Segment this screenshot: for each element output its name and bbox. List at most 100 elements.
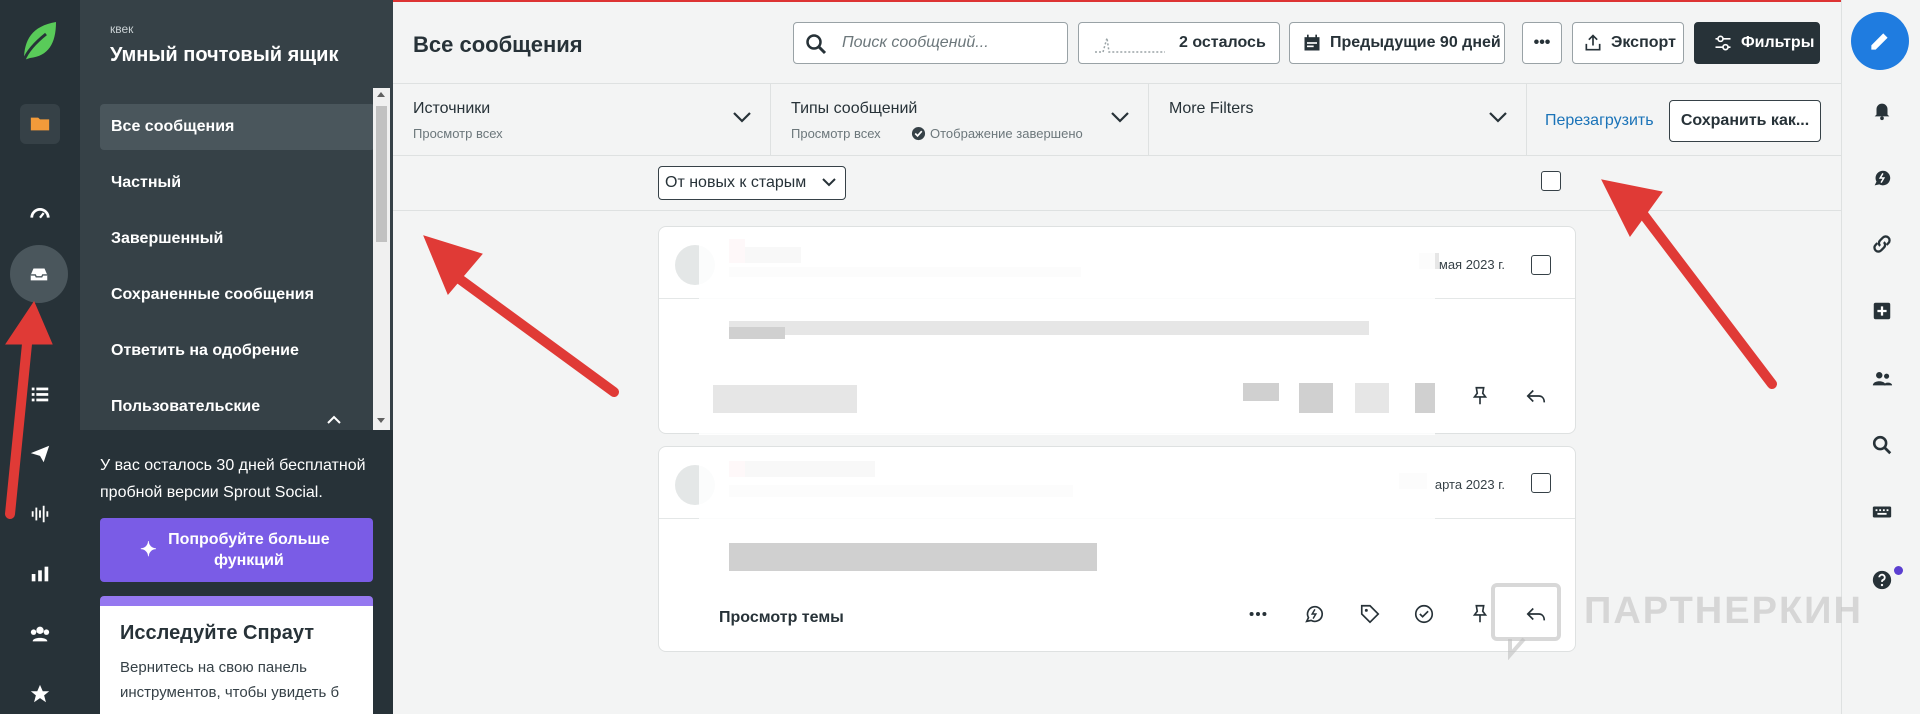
complete-button[interactable]	[1409, 599, 1439, 629]
sidebar-item-private[interactable]: Частный	[100, 160, 375, 206]
check-circle-icon	[1414, 604, 1434, 624]
chevron-down-icon	[822, 178, 836, 187]
trial-panel: У вас осталось 30 дней бесплатной пробно…	[80, 430, 393, 714]
bell-icon[interactable]	[1842, 92, 1920, 128]
filter-bar: Источники Просмотр всех Типы сообщений П…	[393, 84, 1841, 156]
reload-link[interactable]: Перезагрузить	[1545, 112, 1654, 130]
trial-text: У вас осталось 30 дней бесплатной пробно…	[100, 457, 366, 501]
pin-icon	[1472, 386, 1488, 405]
types-title: Типы сообщений	[791, 100, 918, 117]
blurred-content	[1415, 383, 1435, 413]
period-label: Предыдущие 90 дней	[1330, 34, 1501, 51]
list-icon[interactable]	[0, 374, 80, 414]
sources-sub: Просмотр всех	[413, 126, 503, 141]
more-filters-title: More Filters	[1169, 100, 1254, 117]
team-icon[interactable]	[1842, 360, 1920, 396]
explore-card-text: Вернитесь на свою панель инструментов, ч…	[120, 659, 340, 701]
scroll-down-icon[interactable]	[377, 418, 385, 423]
watermark-logo-icon	[1491, 583, 1561, 660]
search-placeholder: Поиск сообщений...	[842, 34, 989, 51]
tag-icon	[1360, 604, 1380, 624]
sidebar-item-saved[interactable]: Сохраненные сообщения	[100, 272, 375, 318]
scroll-up-icon[interactable]	[377, 92, 385, 97]
sources-title: Источники	[413, 100, 491, 117]
blurred-content	[729, 543, 1097, 571]
select-all-checkbox[interactable]	[1541, 171, 1561, 191]
sort-select[interactable]: От новых к старым	[658, 166, 846, 200]
search-icon[interactable]	[1842, 427, 1920, 463]
chevron-up-icon[interactable]	[326, 414, 342, 426]
sidebar-item-reply-approval[interactable]: Ответить на одобрение	[100, 328, 375, 374]
quick-reply-icon[interactable]	[1842, 160, 1920, 196]
blurred-content	[729, 321, 1369, 335]
listening-icon[interactable]	[0, 494, 80, 534]
types-status-label: Отображение завершено	[930, 126, 1083, 141]
quick-reply-button[interactable]	[1299, 599, 1329, 629]
remaining-button[interactable]: 2 осталось	[1078, 22, 1280, 64]
check-circle-icon	[911, 126, 926, 141]
view-thread-link[interactable]: Просмотр темы	[719, 609, 844, 627]
workspace-name: квек	[110, 22, 134, 36]
search-input[interactable]: Поиск сообщений...	[793, 22, 1068, 64]
sort-value: От новых к старым	[665, 174, 807, 191]
more-actions-button[interactable]	[1243, 599, 1273, 629]
send-icon[interactable]	[0, 434, 80, 474]
types-sub: Просмотр всех	[791, 126, 881, 141]
more-icon	[1249, 611, 1267, 617]
types-status: Отображение завершено	[911, 126, 1083, 141]
message-card[interactable]: мая 2023 г.	[658, 226, 1576, 435]
message-card[interactable]: арта 2023 г. Просмотр темы	[658, 446, 1576, 652]
annotation-arrow-sidebar	[423, 235, 619, 397]
message-checkbox[interactable]	[1531, 255, 1551, 275]
inbox-icon[interactable]	[10, 245, 68, 303]
message-types-filter[interactable]: Типы сообщений Просмотр всех Отображение…	[771, 84, 1149, 156]
explore-card-title: Исследуйте Спраут	[120, 622, 315, 644]
folder-icon[interactable]	[20, 104, 60, 144]
remaining-label: 2 осталось	[1179, 34, 1266, 51]
edit-icon	[1871, 33, 1888, 50]
sliders-icon	[1715, 35, 1731, 51]
left-icon-rail	[0, 0, 80, 714]
sort-row: От новых к старым	[393, 157, 1841, 211]
inbox-nav: Все сообщения Частный Завершенный Сохран…	[100, 104, 375, 440]
more-filters[interactable]: More Filters	[1149, 84, 1527, 156]
try-more-features-label: Попробуйте больше функций	[168, 531, 330, 569]
top-header: Все сообщения Поиск сообщений... 2 остал…	[393, 0, 1841, 84]
star-icon[interactable]	[0, 674, 80, 714]
dashboard-icon[interactable]	[0, 194, 80, 234]
blurred-content	[713, 385, 857, 413]
chevron-down-icon	[733, 112, 751, 123]
period-button[interactable]: Предыдущие 90 дней	[1289, 22, 1505, 64]
message-checkbox[interactable]	[1531, 473, 1551, 493]
more-options-button[interactable]: •••	[1522, 22, 1562, 64]
search-icon	[806, 34, 827, 55]
sprout-logo-icon[interactable]	[20, 20, 60, 64]
save-as-button[interactable]: Сохранить как...	[1669, 100, 1821, 142]
try-more-features-button[interactable]: ✦ Попробуйте больше функций	[100, 518, 373, 582]
section-title: Умный почтовый ящик	[110, 44, 339, 66]
filters-button[interactable]: Фильтры	[1694, 22, 1820, 64]
people-icon[interactable]	[0, 614, 80, 654]
compose-button[interactable]	[1851, 12, 1909, 70]
sidebar-item-all-messages[interactable]: Все сообщения	[100, 104, 375, 150]
blurred-content	[1243, 383, 1279, 401]
reply-button[interactable]	[1521, 381, 1551, 411]
sparkle-icon: ✦	[140, 538, 157, 561]
tag-button[interactable]	[1355, 599, 1385, 629]
add-icon[interactable]	[1842, 293, 1920, 329]
link-icon[interactable]	[1842, 226, 1920, 262]
export-button[interactable]: Экспорт	[1572, 22, 1684, 64]
keyboard-icon[interactable]	[1842, 494, 1920, 530]
filters-label: Фильтры	[1741, 34, 1815, 51]
chevron-down-icon	[1489, 112, 1507, 123]
sidebar-scroll-thumb[interactable]	[376, 106, 387, 242]
pin-icon	[1472, 604, 1488, 623]
pin-button[interactable]	[1465, 381, 1495, 411]
reports-icon[interactable]	[0, 554, 80, 594]
sidebar-item-completed[interactable]: Завершенный	[100, 216, 375, 262]
reply-icon	[1526, 389, 1546, 403]
more-icon: •••	[1533, 34, 1551, 51]
explore-sprout-card[interactable]: Исследуйте Спраут Вернитесь на свою пане…	[100, 596, 373, 714]
blurred-content	[1299, 383, 1333, 413]
sources-filter[interactable]: Источники Просмотр всех	[393, 84, 771, 156]
